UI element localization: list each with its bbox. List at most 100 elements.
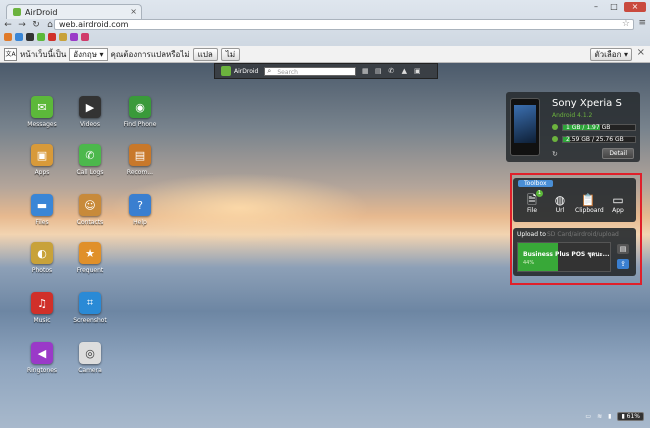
reload-icon[interactable]: ↻: [30, 20, 42, 30]
app-contacts[interactable]: ☺ Contacts: [70, 194, 110, 226]
battery-text: 61%: [626, 413, 640, 420]
bookmark-icon[interactable]: [81, 33, 89, 41]
tab-close-icon[interactable]: ×: [130, 7, 137, 16]
app-apps[interactable]: ▣ Apps: [22, 144, 62, 176]
clapper-icon: ▶: [79, 96, 101, 118]
bookmark-icon[interactable]: [4, 33, 12, 41]
app-label: Files: [35, 219, 49, 226]
menu-icon[interactable]: ≡: [638, 18, 646, 28]
toolbox-title: Toolbox: [518, 180, 553, 187]
tool-clipboard[interactable]: 📋 Clipboard: [575, 193, 604, 215]
app-icon: ▭: [612, 193, 624, 207]
bookmark-star-icon[interactable]: ☆: [622, 19, 630, 29]
no-button[interactable]: ไม่: [220, 47, 241, 61]
tool-label: Clipboard: [575, 207, 604, 214]
bookmarks-bar: [4, 33, 89, 43]
app-find-phone[interactable]: ◉ Find Phone: [120, 96, 160, 128]
storage-icon: [552, 136, 558, 142]
app-recom[interactable]: ▤ Recom...: [120, 144, 160, 176]
upload-file-icon[interactable]: ⇪: [617, 259, 629, 269]
clipboard-icon: 📋: [580, 193, 596, 207]
forward-icon[interactable]: →: [16, 20, 28, 30]
app-call-logs[interactable]: ✆ Call Logs: [70, 144, 110, 176]
app-videos[interactable]: ▶ Videos: [70, 96, 110, 128]
translate-button[interactable]: แปล: [192, 47, 218, 61]
refresh-icon[interactable]: ↻: [552, 150, 558, 158]
options-label: ตัวเลือก: [594, 50, 622, 59]
photo-icon: ◐: [31, 242, 53, 264]
bell-icon[interactable]: ▲: [400, 67, 408, 75]
close-window-button[interactable]: ×: [624, 2, 646, 12]
app-messages[interactable]: ✉ Messages: [22, 96, 62, 128]
dock-search-input[interactable]: Search: [264, 66, 357, 76]
translate-close-icon[interactable]: ×: [637, 47, 645, 58]
translate-question: คุณต้องการแปลหรือไม่: [110, 49, 190, 59]
tiles-icon[interactable]: ▤: [374, 67, 382, 75]
upload-path: SD Card/airdroid/upload: [547, 231, 619, 238]
app-camera[interactable]: ◎ Camera: [70, 342, 110, 374]
bookmark-icon[interactable]: [37, 33, 45, 41]
app-music[interactable]: ♫ Music: [22, 292, 62, 324]
app-label: Messages: [27, 121, 57, 128]
store-icon: ▤: [129, 144, 151, 166]
app-screenshot[interactable]: ⌗ Screenshot: [70, 292, 110, 324]
app-label: Contacts: [76, 219, 104, 226]
language-select[interactable]: อังกฤษ ▾: [69, 47, 108, 61]
window-controls: – □ ×: [588, 2, 646, 12]
maximize-button[interactable]: □: [606, 2, 622, 12]
app-label: Photos: [31, 267, 53, 274]
crop-icon: ⌗: [79, 292, 101, 314]
options-button[interactable]: ตัวเลือก ▾: [590, 48, 632, 61]
camera-icon: ◎: [79, 342, 101, 364]
translate-bar: 文A หน้าเว็บนี้เป็น อังกฤษ ▾ คุณต้องการแป…: [0, 46, 650, 63]
device-os: Android 4.1.2: [552, 112, 593, 119]
frequent-icon: ★: [79, 242, 101, 264]
help-icon: ?: [129, 194, 151, 216]
app-label: Apps: [34, 169, 50, 176]
app-ringtones[interactable]: ◀ Ringtones: [22, 342, 62, 374]
contact-icon: ☺: [79, 194, 101, 216]
call-icon[interactable]: ✆: [387, 67, 395, 75]
app-label: Help: [133, 219, 147, 226]
status-bar: ▭ ≋ ▮ ▮ 61%: [585, 412, 644, 421]
bookmark-icon[interactable]: [59, 33, 67, 41]
tab-title: AirDroid: [25, 7, 58, 17]
tool-badge: 1: [536, 190, 543, 197]
minimize-button[interactable]: –: [588, 2, 604, 12]
tool-label: File: [526, 207, 538, 214]
picture-icon[interactable]: ▣: [413, 67, 421, 75]
tool-file[interactable]: 🗎 File 1: [519, 190, 545, 214]
address-bar[interactable]: web.airdroid.com ☆: [54, 19, 634, 30]
detail-button[interactable]: Detail: [602, 148, 634, 159]
apps-grid-icon[interactable]: ▦: [361, 67, 369, 75]
app-label: Camera: [78, 367, 102, 374]
upload-percent: 44%: [523, 260, 535, 266]
bookmark-icon[interactable]: [15, 33, 23, 41]
ram-bar: 1 GB / 1.97 GB: [552, 124, 636, 131]
upload-panel: Upload to SD Card/airdroid/upload Busine…: [513, 228, 636, 276]
nav-row: ← → ↻ ⌂ web.airdroid.com ☆ ≡: [0, 18, 650, 32]
storage-bar: 2.59 GB / 25.76 GB: [552, 136, 636, 143]
app-photos[interactable]: ◐ Photos: [22, 242, 62, 274]
ram-icon: [552, 124, 558, 130]
device-card: Sony Xperia S Android 4.1.2 1 GB / 1.97 …: [506, 92, 640, 162]
bookmark-icon[interactable]: [70, 33, 78, 41]
airdroid-favicon-icon: [13, 8, 21, 16]
radar-icon: ◉: [129, 96, 151, 118]
airdroid-logo-icon: [221, 66, 231, 76]
app-help[interactable]: ? Help: [120, 194, 160, 226]
bookmark-icon[interactable]: [26, 33, 34, 41]
wifi-icon: ≋: [597, 413, 603, 420]
app-files[interactable]: ▬ Files: [22, 194, 62, 226]
speaker-icon: ◀: [31, 342, 53, 364]
bookmark-icon[interactable]: [48, 33, 56, 41]
ram-text: 1 GB / 1.97 GB: [566, 124, 611, 131]
browser-tab[interactable]: AirDroid ×: [6, 4, 142, 19]
app-frequent[interactable]: ★ Frequent: [70, 242, 110, 274]
tool-app[interactable]: ▭ App: [605, 193, 631, 215]
tool-url[interactable]: ◍ Url: [547, 194, 573, 215]
folder-icon: ▬: [31, 194, 53, 216]
upload-file-name: Business Plus POS ชุดนะ...: [523, 251, 610, 258]
folder-icon[interactable]: ▤: [617, 244, 629, 254]
back-icon[interactable]: ←: [2, 20, 14, 30]
